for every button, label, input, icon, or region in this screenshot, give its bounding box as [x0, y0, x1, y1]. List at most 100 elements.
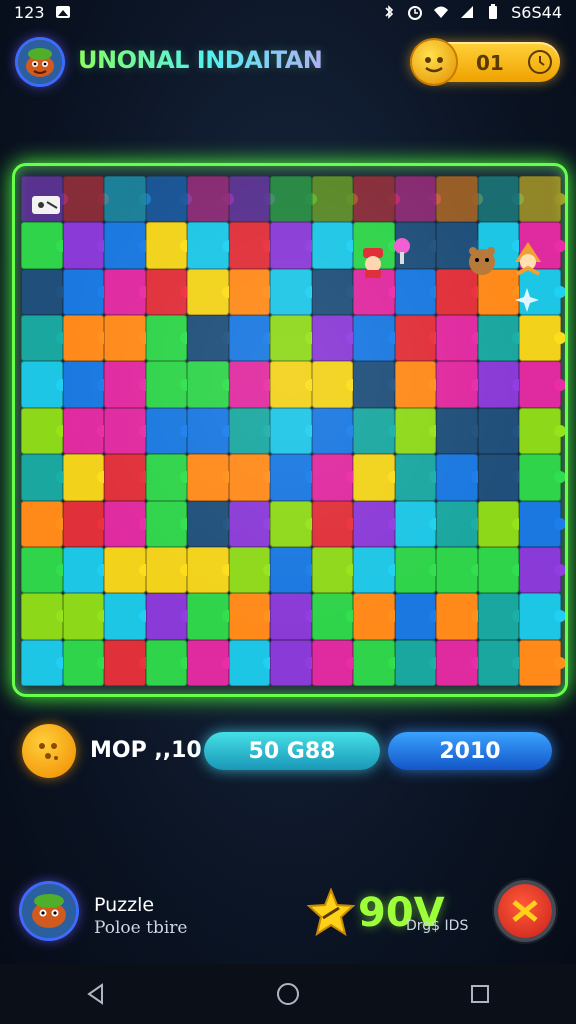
puzzle-piece[interactable]: [187, 407, 229, 455]
puzzle-piece[interactable]: [21, 454, 63, 501]
puzzle-piece[interactable]: [145, 176, 188, 223]
puzzle-piece[interactable]: [394, 546, 437, 594]
puzzle-piece[interactable]: [104, 361, 146, 408]
puzzle-piece[interactable]: [270, 315, 312, 362]
puzzle-piece[interactable]: [270, 546, 312, 594]
puzzle-piece[interactable]: [187, 176, 229, 223]
puzzle-piece[interactable]: [394, 315, 437, 362]
puzzle-piece[interactable]: [21, 361, 63, 408]
puzzle-piece[interactable]: [145, 639, 188, 686]
puzzle-piece[interactable]: [228, 315, 271, 362]
puzzle-piece[interactable]: [311, 593, 354, 640]
puzzle-piece[interactable]: [353, 500, 395, 547]
puzzle-piece[interactable]: [311, 222, 354, 269]
puzzle-piece[interactable]: [477, 593, 520, 640]
puzzle-piece[interactable]: [62, 176, 105, 223]
puzzle-piece[interactable]: [311, 546, 354, 594]
puzzle-piece[interactable]: [353, 315, 395, 362]
avatar-icon[interactable]: [18, 40, 62, 84]
puzzle-piece[interactable]: [477, 176, 520, 223]
puzzle-piece[interactable]: [270, 407, 312, 455]
puzzle-piece[interactable]: [311, 176, 354, 223]
puzzle-piece[interactable]: [519, 454, 561, 501]
puzzle-piece[interactable]: [477, 639, 520, 686]
puzzle-piece[interactable]: [187, 593, 229, 640]
puzzle-piece[interactable]: [477, 454, 520, 501]
puzzle-piece[interactable]: [436, 454, 478, 501]
puzzle-piece[interactable]: [228, 268, 271, 316]
puzzle-piece[interactable]: [519, 593, 561, 640]
puzzle-piece[interactable]: [62, 500, 105, 547]
puzzle-piece[interactable]: [353, 546, 395, 594]
puzzle-piece[interactable]: [104, 639, 146, 686]
puzzle-piece[interactable]: [519, 546, 561, 594]
puzzle-piece[interactable]: [62, 268, 105, 316]
puzzle-piece[interactable]: [21, 315, 63, 362]
puzzle-piece[interactable]: [311, 315, 354, 362]
puzzle-piece[interactable]: [187, 500, 229, 547]
puzzle-piece[interactable]: [353, 361, 395, 408]
puzzle-piece[interactable]: [62, 222, 105, 269]
puzzle-piece[interactable]: [436, 361, 478, 408]
puzzle-piece[interactable]: [477, 361, 520, 408]
puzzle-piece[interactable]: [62, 315, 105, 362]
puzzle-piece[interactable]: [436, 546, 478, 594]
puzzle-piece[interactable]: [228, 407, 271, 455]
puzzle-piece[interactable]: [104, 454, 146, 501]
puzzle-piece[interactable]: [145, 222, 188, 269]
puzzle-piece[interactable]: [436, 500, 478, 547]
close-icon[interactable]: [498, 884, 552, 938]
puzzle-piece[interactable]: [519, 639, 561, 686]
puzzle-piece[interactable]: [477, 500, 520, 547]
puzzle-piece[interactable]: [353, 593, 395, 640]
puzzle-piece[interactable]: [228, 222, 271, 269]
puzzle-piece[interactable]: [187, 546, 229, 594]
puzzle-piece[interactable]: [145, 593, 188, 640]
puzzle-piece[interactable]: [187, 268, 229, 316]
puzzle-piece[interactable]: [104, 407, 146, 455]
puzzle-piece[interactable]: [270, 639, 312, 686]
puzzle-piece[interactable]: [21, 639, 63, 686]
puzzle-piece[interactable]: [394, 454, 437, 501]
puzzle-piece[interactable]: [353, 454, 395, 501]
puzzle-piece[interactable]: [21, 407, 63, 455]
puzzle-piece[interactable]: [145, 315, 188, 362]
puzzle-piece[interactable]: [21, 593, 63, 640]
puzzle-piece[interactable]: [394, 268, 437, 316]
clock-icon[interactable]: [528, 50, 552, 74]
puzzle-piece[interactable]: [519, 315, 561, 362]
puzzle-piece[interactable]: [270, 176, 312, 223]
puzzle-piece[interactable]: [270, 454, 312, 501]
puzzle-piece[interactable]: [311, 407, 354, 455]
puzzle-piece[interactable]: [228, 500, 271, 547]
puzzle-piece[interactable]: [353, 176, 395, 223]
puzzle-piece[interactable]: [145, 407, 188, 455]
puzzle-piece[interactable]: [145, 500, 188, 547]
puzzle-piece[interactable]: [228, 454, 271, 501]
puzzle-piece[interactable]: [270, 361, 312, 408]
puzzle-piece[interactable]: [311, 500, 354, 547]
puzzle-piece[interactable]: [436, 176, 478, 223]
puzzle-piece[interactable]: [104, 176, 146, 223]
puzzle-piece[interactable]: [228, 361, 271, 408]
puzzle-piece[interactable]: [311, 454, 354, 501]
puzzle-board[interactable]: [12, 163, 568, 697]
puzzle-piece[interactable]: [187, 454, 229, 501]
puzzle-piece[interactable]: [104, 593, 146, 640]
puzzle-piece[interactable]: [228, 176, 271, 223]
puzzle-piece[interactable]: [187, 361, 229, 408]
puzzle-piece[interactable]: [394, 639, 437, 686]
puzzle-piece[interactable]: [311, 639, 354, 686]
puzzle-piece[interactable]: [145, 546, 188, 594]
home-icon[interactable]: [268, 974, 308, 1014]
puzzle-piece[interactable]: [187, 222, 229, 269]
puzzle-piece[interactable]: [104, 315, 146, 362]
recent-apps-icon[interactable]: [460, 974, 500, 1014]
puzzle-piece[interactable]: [62, 546, 105, 594]
coin-counter[interactable]: 01: [410, 40, 560, 84]
puzzle-piece[interactable]: [311, 361, 354, 408]
puzzle-piece[interactable]: [394, 176, 437, 223]
puzzle-piece[interactable]: [62, 454, 105, 501]
puzzle-piece[interactable]: [270, 268, 312, 316]
puzzle-piece[interactable]: [270, 500, 312, 547]
